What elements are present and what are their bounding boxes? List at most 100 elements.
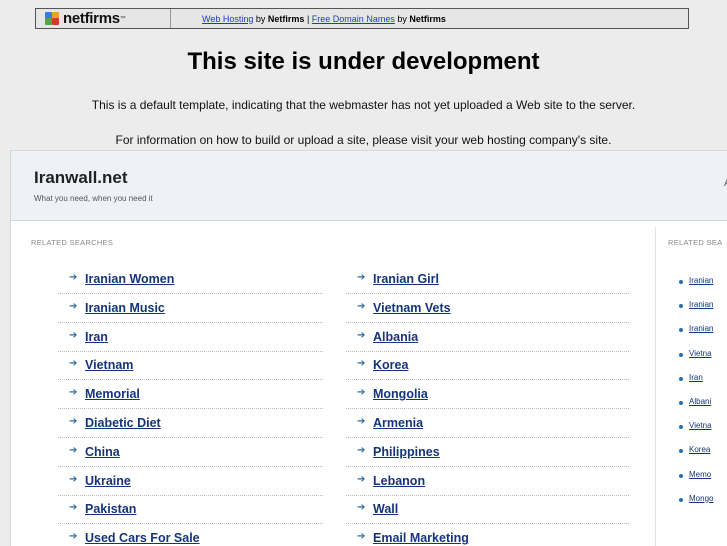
hosting-info-message: For information on how to build or uploa… [115,133,612,147]
page-title: This site is under development [187,48,540,75]
list-item: ➔ Vietnam [58,352,323,381]
arrow-icon: ➔ [69,329,78,341]
arrow-icon: ➔ [357,387,366,399]
related-search-link[interactable]: Email Marketing [373,531,469,545]
netfirms-logo-icon [45,12,61,25]
related-searches-label: RELATED SEARCHES [31,238,114,247]
netfirms-banner: netfirms ™ Web Hosting by Netfirms | Fre… [35,8,689,29]
arrow-icon: ➔ [69,358,78,370]
bullet-icon [679,449,683,454]
arrow-icon: ➔ [357,358,366,370]
list-item: ➔ Vietnam Vets [346,295,629,323]
arrow-icon: ➔ [357,531,366,543]
related-search-link[interactable]: China [85,445,120,459]
related-search-link[interactable]: Armenia [373,416,423,430]
parked-header: Iranwall.net What you need, when you nee… [11,151,727,221]
bullet-icon [679,425,683,430]
related-search-link[interactable]: Iranian Music [85,301,165,315]
parked-page-frame: Iranwall.net What you need, when you nee… [10,150,727,546]
bullet-icon [679,328,683,333]
related-search-link[interactable]: Ukraine [85,474,131,488]
list-item: ➔ Iranian Women [58,266,323,294]
side-related-search-link[interactable]: Iran [689,373,703,382]
list-item: ➔ China [58,439,323,467]
list-item: ➔ Iran [58,324,323,352]
bullet-icon [679,401,683,405]
related-search-link[interactable]: Wall [373,502,398,516]
list-item: ➔ Iranian Girl [346,266,629,294]
related-search-link[interactable]: Vietnam Vets [373,301,451,315]
arrow-icon: ➔ [357,300,366,312]
related-search-link[interactable]: Albania [373,330,418,344]
netfirms-logo-text: netfirms [63,10,120,27]
default-template-message: This is a default template, indicating t… [91,98,636,112]
banner-by-2: by [397,13,407,24]
arrow-icon: ➔ [69,300,78,312]
site-name[interactable]: Iranwall.net [34,168,128,188]
list-item: ➔ Email Marketing [346,525,629,546]
related-search-link[interactable]: Mongolia [373,387,428,401]
arrow-icon: ➔ [357,444,366,456]
list-item: ➔ Wall [346,496,629,525]
list-item: ➔ Albania [346,324,629,352]
arrow-icon: ➔ [357,272,366,283]
arrow-icon: ➔ [69,387,78,399]
bullet-icon [679,497,683,502]
related-search-link[interactable]: Diabetic Diet [85,416,161,430]
list-item: ➔ Philippines [346,439,629,467]
list-item: ➔ Pakistan [58,496,323,525]
list-item: ➔ Iranian Music [58,295,323,323]
side-related-search-link[interactable]: Iranian [689,324,713,333]
list-item: ➔ Mongolia [346,381,629,410]
list-item: ➔ Lebanon [346,468,629,496]
related-search-link[interactable]: Memorial [85,387,140,401]
arrow-icon: ➔ [357,329,366,341]
trademark-icon: ™ [119,15,126,22]
arrow-icon: ➔ [69,531,78,543]
arrow-icon: ➔ [69,272,78,283]
side-related-search-link[interactable]: Albani [689,397,711,406]
related-search-link[interactable]: Lebanon [373,474,425,488]
banner-brand-1: Netfirms [267,13,305,24]
list-item: ➔ Korea [346,352,629,381]
web-hosting-link[interactable]: Web Hosting [202,14,253,24]
list-item: ➔ Used Cars For Sale [58,525,323,546]
bullet-icon [679,304,683,309]
arrow-icon: ➔ [69,473,78,485]
related-search-link[interactable]: Used Cars For Sale [85,531,200,545]
arrow-icon: ➔ [69,502,78,514]
arrow-icon: ➔ [357,473,366,485]
arrow-icon: ➔ [357,416,366,427]
side-related-search-link[interactable]: Vietna [689,421,712,430]
bullet-icon [679,473,683,478]
side-related-search-link[interactable]: Iranian [689,276,713,285]
arrow-icon: ➔ [357,502,366,514]
banner-links: Web Hosting by Netfirms | Free Domain Na… [171,14,446,24]
related-search-link[interactable]: Iranian Girl [373,272,439,286]
side-related-search-link[interactable]: Korea [689,445,710,454]
side-related-search-link[interactable]: Iranian [689,300,713,309]
column-divider [655,227,656,546]
list-item: ➔ Armenia [346,410,629,438]
related-search-link[interactable]: Philippines [373,445,440,459]
bullet-icon [679,280,683,284]
related-search-link[interactable]: Iranian Women [85,272,174,286]
related-search-link[interactable]: Korea [373,358,408,372]
list-item: ➔ Ukraine [58,468,323,496]
list-item: ➔ Memorial [58,381,323,410]
banner-by-1: by [255,13,266,24]
related-search-link[interactable]: Iran [85,330,108,344]
arrow-icon: ➔ [69,416,78,427]
banner-brand-2: Netfirms [409,13,446,24]
side-related-search-link[interactable]: Memo [689,470,711,479]
free-domain-names-link[interactable]: Free Domain Names [312,14,395,24]
related-search-link[interactable]: Pakistan [85,502,136,516]
side-related-search-link[interactable]: Mongo [689,494,713,503]
bullet-icon [679,376,683,381]
side-related-searches-label: RELATED SEA [668,238,723,247]
side-related-search-link[interactable]: Vietna [689,349,712,358]
related-search-link[interactable]: Vietnam [85,358,133,372]
banner-separator: | [306,13,310,24]
bullet-icon [679,352,683,357]
netfirms-logo[interactable]: netfirms ™ [36,9,171,28]
